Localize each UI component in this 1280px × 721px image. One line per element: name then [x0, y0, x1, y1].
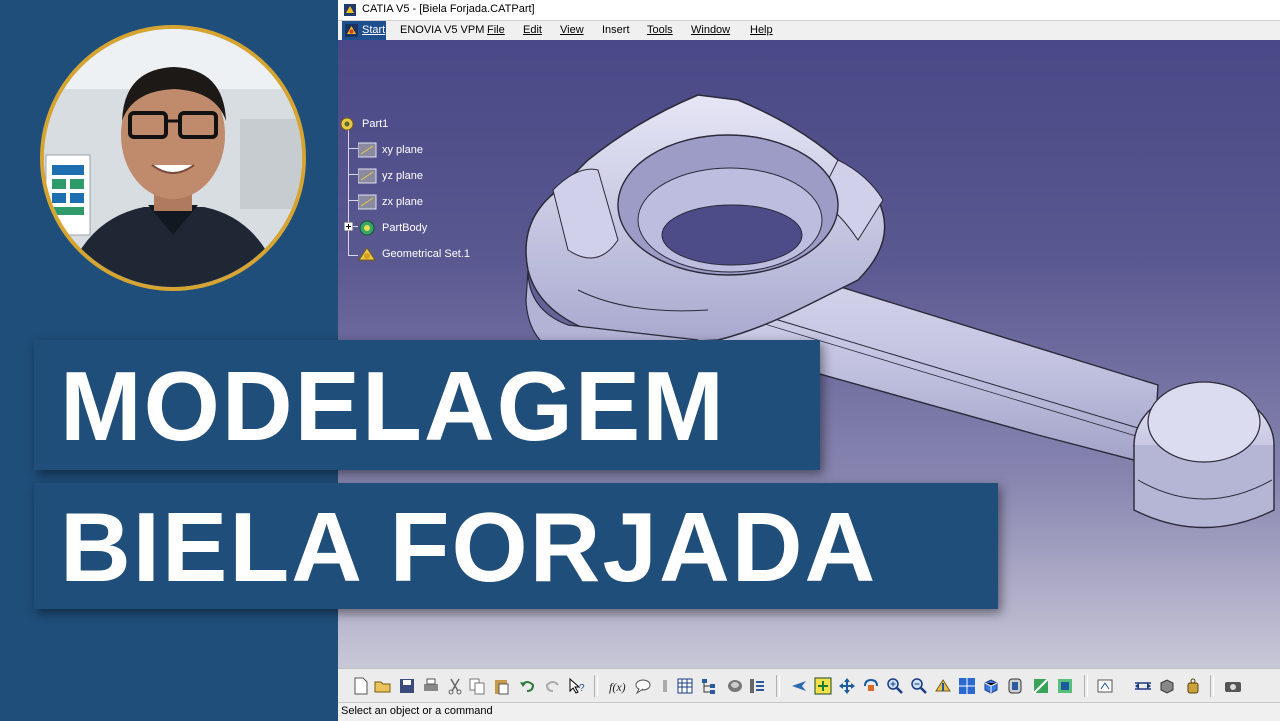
tree-branch-line [348, 148, 358, 149]
menu-view[interactable]: View [560, 24, 584, 36]
menu-start[interactable]: Start [342, 21, 386, 40]
whats-this-icon[interactable]: ? [568, 677, 586, 695]
tree-branch-line [348, 126, 349, 256]
analysis-icon[interactable] [1096, 677, 1114, 695]
render-style-icon[interactable] [1006, 677, 1024, 695]
part-icon [340, 117, 354, 131]
hide-show-icon[interactable] [1032, 677, 1050, 695]
plane-icon [358, 142, 377, 158]
undo-icon[interactable] [518, 677, 536, 695]
measure-icon[interactable] [1134, 677, 1152, 695]
catia-app-icon [344, 4, 356, 16]
save-icon[interactable] [398, 677, 416, 695]
paste-icon[interactable] [492, 677, 510, 695]
tree-icon[interactable] [700, 677, 718, 695]
redo-icon[interactable] [544, 677, 562, 695]
window-title: CATIA V5 - [Biela Forjada.CATPart] [362, 3, 535, 15]
toolbar-separator [594, 675, 598, 697]
menu-edit[interactable]: Edit [523, 24, 542, 36]
new-icon[interactable] [352, 677, 370, 695]
tree-branch-line [348, 174, 358, 175]
plane-icon [358, 194, 377, 210]
settings-icon[interactable] [748, 677, 766, 695]
toolbar-separator [1210, 675, 1214, 697]
swap-icon[interactable] [1056, 677, 1074, 695]
toolbar-separator [1084, 675, 1088, 697]
presenter-avatar [40, 25, 306, 291]
svg-text:?: ? [579, 683, 585, 694]
copy-icon[interactable] [468, 677, 486, 695]
svg-text:f(x): f(x) [609, 680, 626, 694]
weight-icon[interactable] [1184, 677, 1202, 695]
knowledge-icon[interactable] [656, 677, 674, 695]
print-icon[interactable] [422, 677, 440, 695]
rotate-icon[interactable] [862, 677, 880, 695]
table-icon[interactable] [676, 677, 694, 695]
zoom-out-icon[interactable] [910, 677, 928, 695]
cut-icon[interactable] [446, 677, 464, 695]
menu-insert[interactable]: Insert [602, 24, 630, 36]
headline-line1: MODELAGEM [60, 351, 726, 461]
menu-file[interactable]: File [487, 24, 505, 36]
iso-view-icon[interactable] [982, 677, 1000, 695]
headline-banner-line1: MODELAGEM [34, 340, 820, 470]
partbody-icon [359, 220, 375, 236]
normal-view-icon[interactable] [934, 677, 952, 695]
menu-help[interactable]: Help [750, 24, 773, 36]
menu-enovia[interactable]: ENOVIA V5 VPM [400, 24, 484, 36]
tree-branch-line [348, 255, 358, 256]
catalog-icon[interactable] [726, 677, 744, 695]
plane-icon [358, 168, 377, 184]
start-icon [345, 24, 358, 37]
open-icon[interactable] [374, 677, 392, 695]
fit-all-icon[interactable] [814, 677, 832, 695]
tree-branch-line [348, 200, 358, 201]
menu-window[interactable]: Window [691, 24, 730, 36]
toolbar-separator [776, 675, 780, 697]
standard-toolbar: ? f(x) [338, 668, 1280, 703]
pan-icon[interactable] [838, 677, 856, 695]
geometrical-set-icon [358, 247, 376, 261]
formula-icon[interactable]: f(x) [608, 677, 626, 695]
menu-bar: Start ENOVIA V5 VPM File Edit View Inser… [338, 21, 1280, 41]
fly-icon[interactable] [790, 677, 808, 695]
photo-icon[interactable] [1224, 677, 1242, 695]
title-bar: CATIA V5 - [Biela Forjada.CATPart] [338, 0, 1280, 21]
status-bar: Select an object or a command [338, 702, 1280, 721]
expand-plus-icon[interactable] [344, 222, 353, 231]
status-text: Select an object or a command [341, 705, 493, 717]
multi-view-icon[interactable] [958, 677, 976, 695]
zoom-in-icon[interactable] [886, 677, 904, 695]
comment-icon[interactable] [634, 677, 652, 695]
headline-banner-line2: BIELA FORJADA [34, 483, 998, 609]
inertia-icon[interactable] [1158, 677, 1176, 695]
headline-line2: BIELA FORJADA [60, 492, 878, 602]
menu-tools[interactable]: Tools [647, 24, 673, 36]
